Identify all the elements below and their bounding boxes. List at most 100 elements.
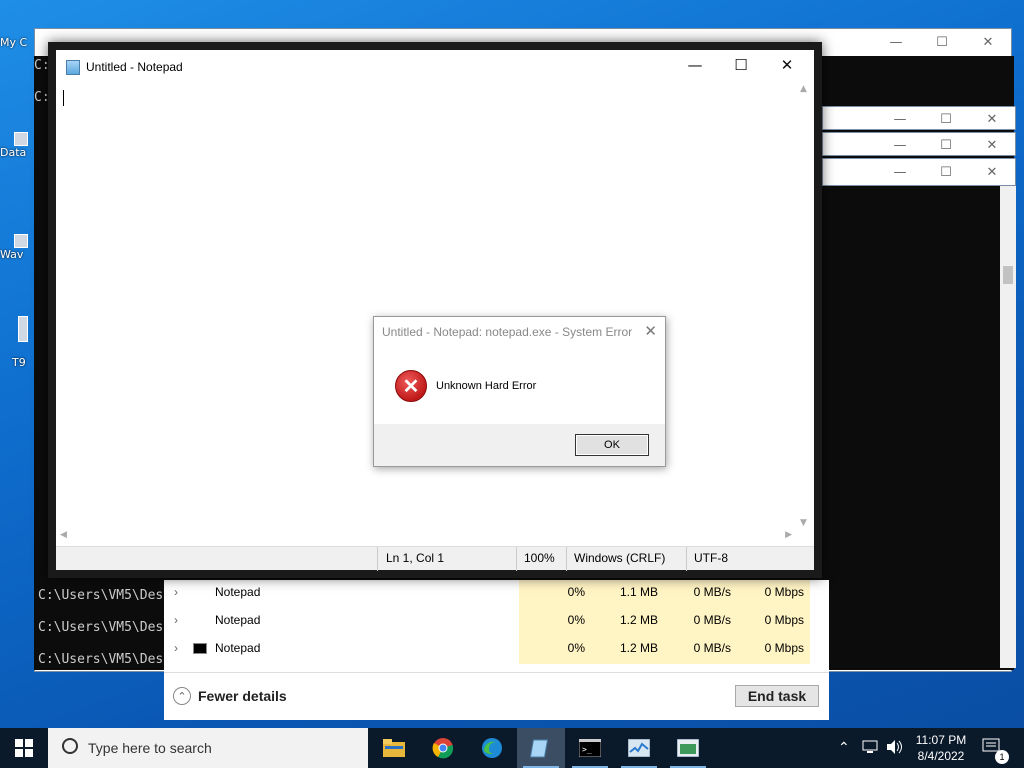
desktop-icon-my-computer[interactable]: My C xyxy=(0,10,36,49)
console-line: C:\Users\VM5\Des xyxy=(38,588,164,603)
clock-time: 11:07 PM xyxy=(915,733,967,747)
minimize-icon[interactable]: — xyxy=(877,107,923,131)
clock[interactable]: 11:07 PM 8/4/2022 xyxy=(906,732,976,764)
window-controls: — ☐ ✕ xyxy=(877,107,1015,131)
window-title: Untitled - Notepad xyxy=(86,60,183,74)
table-row[interactable]: › Notepad 0% 1.1 MB 0 MB/s 0 Mbps xyxy=(164,580,829,608)
close-icon[interactable]: ✕ xyxy=(969,133,1015,157)
cpu-cell: 0% xyxy=(519,580,591,608)
desktop-icon-wav[interactable]: Wav xyxy=(0,234,36,261)
encoding: UTF-8 xyxy=(694,551,728,565)
scroll-down-icon[interactable]: ▼ xyxy=(800,518,807,528)
console-line: C:\Users\VM5\Des xyxy=(38,652,164,667)
search-placeholder: Type here to search xyxy=(88,740,212,756)
status-bar: Ln 1, Col 1 100% Windows (CRLF) UTF-8 xyxy=(56,546,814,571)
ok-button[interactable]: OK xyxy=(575,434,649,456)
maximize-icon[interactable]: ☐ xyxy=(923,133,969,157)
edge-icon[interactable] xyxy=(468,728,516,768)
table-row[interactable]: › Notepad 0% 1.2 MB 0 MB/s 0 Mbps xyxy=(164,608,829,636)
scroll-right-icon[interactable]: ▶ xyxy=(785,530,792,540)
close-icon[interactable]: ✕ xyxy=(644,322,657,340)
window-controls: — ☐ ✕ xyxy=(873,29,1011,55)
text-caret xyxy=(63,90,64,106)
fewer-details-link[interactable]: Fewer details xyxy=(198,688,287,704)
chrome-icon[interactable] xyxy=(419,728,467,768)
line-ending: Windows (CRLF) xyxy=(574,551,666,565)
notepad-icon[interactable] xyxy=(517,728,565,768)
network-cell: 0 Mbps xyxy=(737,580,810,608)
maximize-icon[interactable]: ☐ xyxy=(923,107,969,131)
notepad-icon xyxy=(66,60,80,75)
scroll-left-icon[interactable]: ◀ xyxy=(60,530,67,540)
console-window-3[interactable]: — ☐ ✕ xyxy=(822,132,1016,156)
window-controls: — ☐ ✕ xyxy=(877,159,1015,185)
folder-icon xyxy=(14,132,28,146)
minimize-icon[interactable]: — xyxy=(877,159,923,185)
minimize-icon[interactable]: — xyxy=(877,133,923,157)
task-manager-icon[interactable] xyxy=(615,728,663,768)
cpu-cell: 0% xyxy=(519,608,591,636)
memory-cell: 1.2 MB xyxy=(591,636,664,664)
task-manager-footer: ⌃ Fewer details End task xyxy=(164,672,829,720)
window-controls: — ☐ ✕ xyxy=(877,133,1015,157)
chevron-right-icon[interactable]: › xyxy=(174,641,178,655)
close-icon[interactable]: ✕ xyxy=(965,29,1011,55)
close-icon[interactable]: ✕ xyxy=(969,107,1015,131)
status-divider xyxy=(377,547,378,571)
dialog-footer: OK xyxy=(374,424,665,466)
chevron-right-icon[interactable]: › xyxy=(174,613,178,627)
close-icon[interactable]: ✕ xyxy=(969,159,1015,185)
vertical-scrollbar[interactable]: ▲ ▼ xyxy=(796,84,814,528)
zoom-level: 100% xyxy=(524,551,555,565)
scroll-up-icon[interactable]: ▲ xyxy=(800,84,807,94)
table-row[interactable]: › Notepad 0% 1.2 MB 0 MB/s 0 Mbps xyxy=(164,636,829,664)
process-name: Notepad xyxy=(215,585,261,599)
end-task-button[interactable]: End task xyxy=(735,685,819,707)
chevron-up-icon[interactable]: ⌃ xyxy=(838,739,850,756)
chevron-up-icon[interactable]: ⌃ xyxy=(173,687,191,705)
desktop-icon-label: Data xyxy=(0,146,27,159)
minimize-icon[interactable]: — xyxy=(873,29,919,55)
process-name: Notepad xyxy=(215,641,261,655)
file-explorer-icon[interactable] xyxy=(370,728,418,768)
notepad-titlebar[interactable]: Untitled - Notepad — ☐ ✕ xyxy=(56,50,814,84)
maximize-icon[interactable]: ☐ xyxy=(718,50,764,80)
memory-cell: 1.1 MB xyxy=(591,580,664,608)
error-message: Unknown Hard Error xyxy=(436,380,537,392)
memory-cell: 1.2 MB xyxy=(591,608,664,636)
disk-cell: 0 MB/s xyxy=(664,608,737,636)
desktop-icon-label: My C xyxy=(0,36,28,49)
console-line: C:\Users\VM5\Des xyxy=(38,620,164,635)
network-icon[interactable] xyxy=(862,739,880,758)
disk-cell: 0 MB/s xyxy=(664,636,737,664)
chevron-right-icon[interactable]: › xyxy=(174,585,178,599)
cmd-icon[interactable]: >_ xyxy=(566,728,614,768)
desktop-icon-data[interactable]: Data xyxy=(0,132,36,159)
scroll-thumb[interactable] xyxy=(1003,266,1013,284)
status-divider xyxy=(516,547,517,571)
task-manager-window[interactable]: › Notepad 0% 1.1 MB 0 MB/s 0 Mbps › Note… xyxy=(164,580,829,720)
clock-date: 8/4/2022 xyxy=(917,749,965,763)
disk-cell: 0 MB/s xyxy=(664,580,737,608)
console-window-2[interactable]: — ☐ ✕ xyxy=(822,106,1016,130)
notepad-window[interactable]: Untitled - Notepad — ☐ ✕ ▲ ▼ ◀ ▶ Ln 1, C… xyxy=(48,42,822,578)
windows-icon xyxy=(15,739,33,757)
desktop-icon-t9[interactable]: T9 xyxy=(0,316,36,369)
app-icon[interactable] xyxy=(664,728,712,768)
console-window-4[interactable]: — ☐ ✕ xyxy=(822,158,1016,186)
maximize-icon[interactable]: ☐ xyxy=(919,29,965,55)
file-icon xyxy=(18,316,28,342)
notification-badge: 1 xyxy=(995,750,1009,764)
close-icon[interactable]: ✕ xyxy=(764,50,810,80)
error-icon: ✕ xyxy=(395,370,427,402)
volume-icon[interactable] xyxy=(886,739,904,758)
horizontal-scrollbar[interactable]: ◀ ▶ xyxy=(56,528,796,546)
search-box[interactable]: Type here to search xyxy=(48,728,368,768)
maximize-icon[interactable]: ☐ xyxy=(923,159,969,185)
desktop-icon-label: T9 xyxy=(12,356,26,369)
dialog-title: Untitled - Notepad: notepad.exe - System… xyxy=(382,325,633,339)
start-button[interactable] xyxy=(0,728,48,768)
minimize-icon[interactable]: — xyxy=(672,50,718,80)
error-dialog[interactable]: Untitled - Notepad: notepad.exe - System… xyxy=(373,316,666,467)
console-scrollbar[interactable] xyxy=(1000,186,1016,668)
